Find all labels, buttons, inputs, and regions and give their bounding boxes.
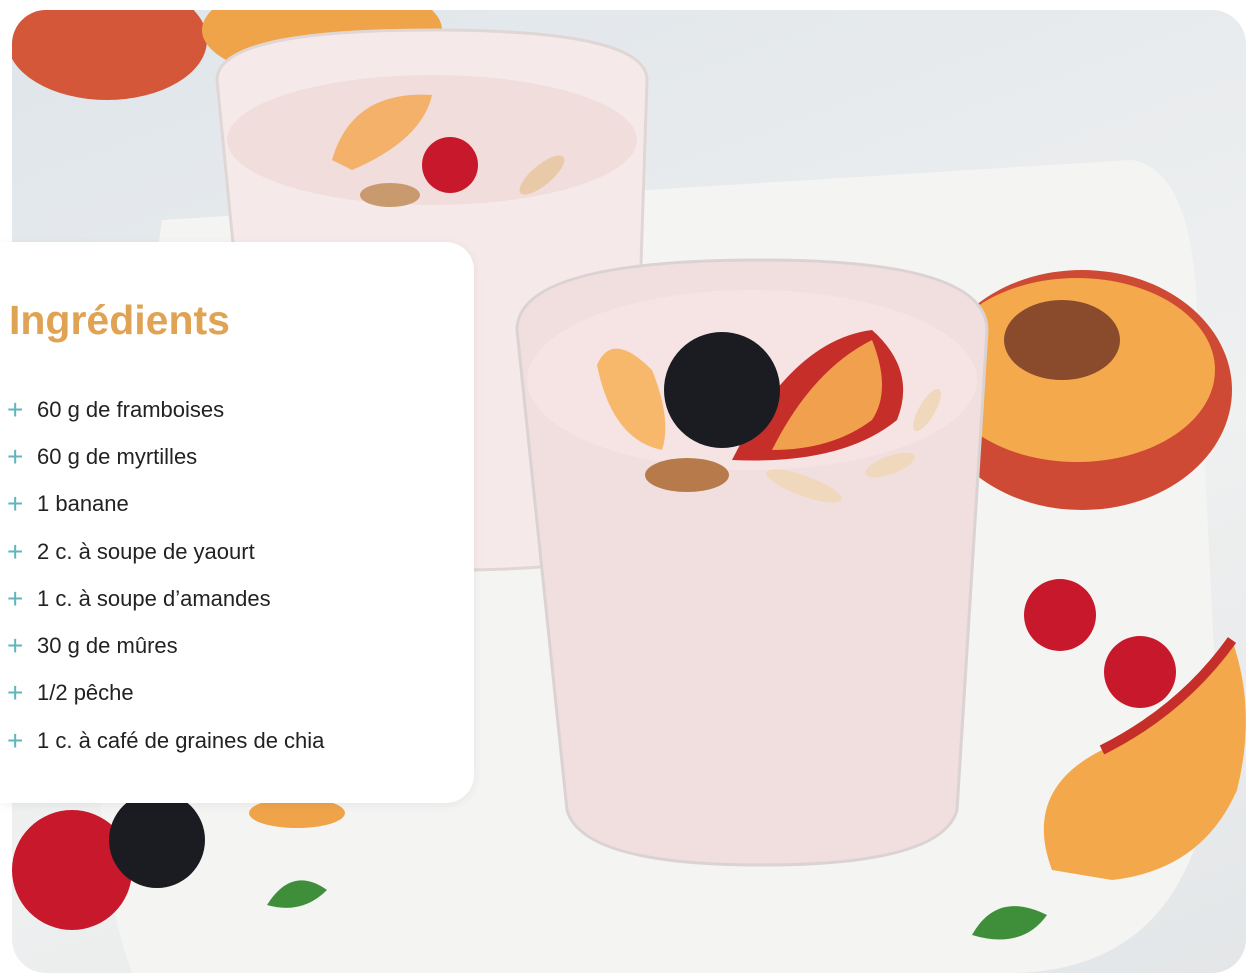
- raspberry-right-1: [1024, 579, 1096, 651]
- back-almond: [360, 183, 420, 207]
- ingredient-label: 1 banane: [37, 491, 129, 517]
- peach-pit: [1004, 300, 1120, 380]
- plus-icon: +: [7, 724, 24, 756]
- ingredients-list: +60 g de framboises +60 g de myrtilles +…: [7, 386, 324, 764]
- plus-icon: +: [7, 393, 24, 425]
- plus-icon: +: [7, 440, 24, 472]
- list-item: +60 g de myrtilles: [7, 433, 324, 480]
- list-item: +1 c. à café de graines de chia: [7, 717, 324, 764]
- ingredient-label: 30 g de mûres: [37, 633, 178, 659]
- list-item: +30 g de mûres: [7, 622, 324, 669]
- ingredient-label: 1 c. à café de graines de chia: [37, 727, 325, 753]
- ingredient-label: 60 g de myrtilles: [37, 443, 198, 469]
- list-item: +1 banane: [7, 481, 324, 528]
- list-item: +2 c. à soupe de yaourt: [7, 528, 324, 575]
- ingredient-label: 1/2 pêche: [37, 680, 134, 706]
- back-raspberry: [422, 137, 478, 193]
- ingredient-label: 2 c. à soupe de yaourt: [37, 538, 255, 564]
- list-item: +60 g de framboises: [7, 386, 324, 433]
- plus-icon: +: [7, 535, 24, 567]
- plus-icon: +: [7, 488, 24, 520]
- raspberry-right-2: [1104, 636, 1176, 708]
- plus-icon: +: [7, 630, 24, 662]
- plus-icon: +: [7, 677, 24, 709]
- ingredient-label: 1 c. à soupe d’amandes: [37, 585, 271, 611]
- plus-icon: +: [7, 582, 24, 614]
- ingredient-label: 60 g de framboises: [37, 396, 225, 422]
- blackberry-bottom-left: [109, 792, 205, 888]
- ingredients-title: Ingrédients: [9, 297, 230, 343]
- list-item: +1/2 pêche: [7, 670, 324, 717]
- peach-top-left: [12, 10, 207, 100]
- front-blackberry: [664, 332, 780, 448]
- list-item: +1 c. à soupe d’amandes: [7, 575, 324, 622]
- front-almond: [645, 458, 729, 492]
